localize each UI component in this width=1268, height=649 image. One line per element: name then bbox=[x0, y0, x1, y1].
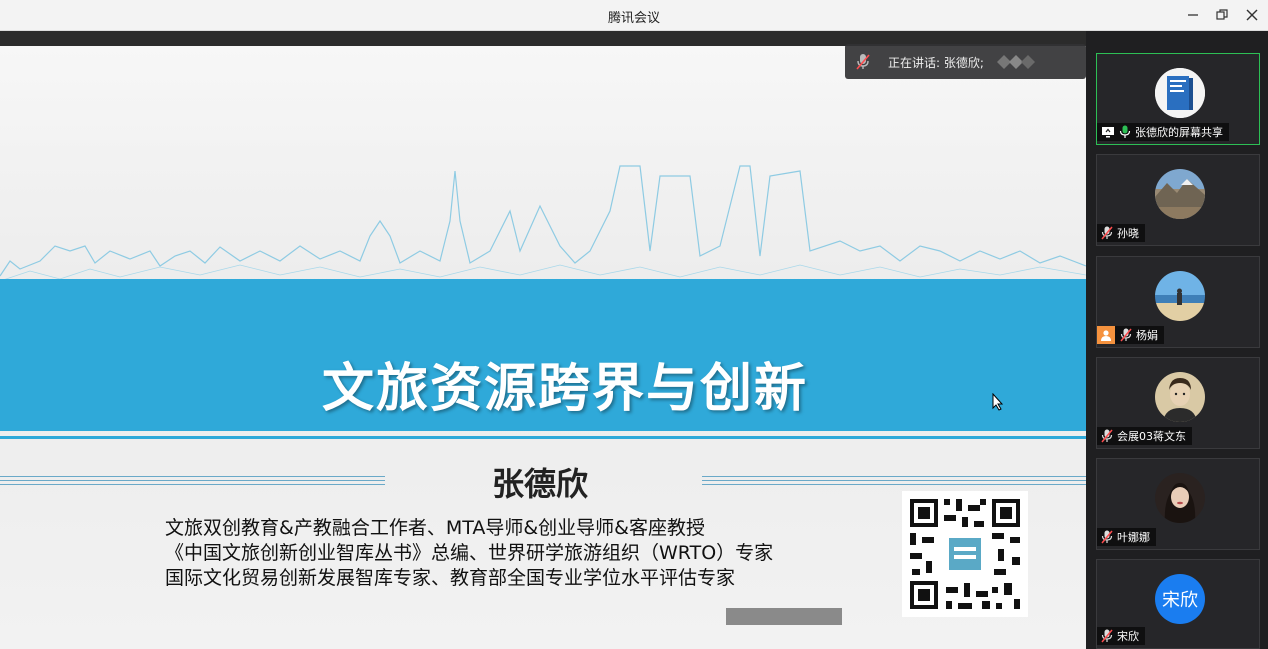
speaking-label: 正在讲话: 张德欣; bbox=[888, 56, 984, 70]
city-skyline-graphic bbox=[0, 165, 1086, 282]
letter-avatar: 宋欣 bbox=[1155, 574, 1205, 624]
qr-code-image bbox=[902, 491, 1028, 617]
close-icon bbox=[1246, 9, 1258, 21]
slide-title: 文旅资源跨界与创新 bbox=[321, 359, 808, 419]
decorative-lines-right bbox=[702, 476, 1086, 488]
participant-name-tag: 孙晓 bbox=[1097, 224, 1145, 242]
decorative-lines-left bbox=[0, 476, 385, 488]
screen-share-icon bbox=[1101, 126, 1115, 138]
participant-name: 孙晓 bbox=[1117, 227, 1139, 240]
participant-name-tag: 杨娟 bbox=[1097, 326, 1164, 344]
participant-name: 杨娟 bbox=[1136, 329, 1158, 342]
presenter-name: 张德欣 bbox=[491, 465, 588, 503]
participant-name: 张德欣的屏幕共享 bbox=[1135, 126, 1223, 139]
band-divider bbox=[0, 436, 1086, 439]
shared-screen[interactable]: 文旅资源跨界与创新 张德欣 文旅双创教育&产教融合工作者、MTA导师&创业导师&… bbox=[0, 31, 1086, 649]
mic-muted-icon bbox=[1120, 328, 1132, 342]
participant-name-tag: 宋欣 bbox=[1097, 627, 1145, 645]
mouse-cursor-icon bbox=[992, 393, 1004, 411]
close-button[interactable] bbox=[1241, 5, 1263, 25]
participant-gallery: 张德欣的屏幕共享 孙晓 杨娟 会展03蒋文东 叶娜娜 宋欣 宋欣 bbox=[1086, 31, 1268, 649]
bio-line: 国际文化贸易创新发展智库专家、教育部全国专业学位水平评估专家 bbox=[165, 567, 736, 589]
participant-tile[interactable]: 张德欣的屏幕共享 bbox=[1096, 53, 1260, 145]
window-title: 腾讯会议 bbox=[607, 11, 660, 26]
participant-name: 会展03蒋文东 bbox=[1117, 430, 1186, 443]
portrait-avatar bbox=[1155, 372, 1205, 422]
presenter-bio: 文旅双创教育&产教融合工作者、MTA导师&创业导师&客座教授 《中国文旅创新创业… bbox=[165, 516, 773, 591]
participant-tile[interactable]: 宋欣 宋欣 bbox=[1096, 559, 1260, 649]
bio-line: 《中国文旅创新创业智库丛书》总编、世界研学旅游组织（WRTO）专家 bbox=[165, 542, 774, 564]
woman-avatar bbox=[1155, 473, 1205, 523]
participant-tile[interactable]: 杨娟 bbox=[1096, 256, 1260, 348]
title-bar: 腾讯会议 bbox=[0, 0, 1268, 31]
person-icon bbox=[1097, 326, 1115, 344]
speaking-indicator: 正在讲话: 张德欣; bbox=[845, 44, 1086, 79]
participant-tile[interactable]: 叶娜娜 bbox=[1096, 458, 1260, 550]
mountain-avatar bbox=[1155, 169, 1205, 219]
beach-avatar bbox=[1155, 271, 1205, 321]
mic-muted-icon bbox=[1101, 429, 1113, 443]
participant-name-tag: 会展03蒋文东 bbox=[1097, 427, 1192, 445]
speaker-avatar-blur-icon bbox=[997, 55, 1035, 69]
mic-on-icon bbox=[1119, 125, 1131, 139]
slide-footer-bar bbox=[726, 608, 842, 625]
participant-name: 宋欣 bbox=[1117, 630, 1139, 643]
minimize-button[interactable] bbox=[1182, 5, 1204, 25]
mic-muted-icon bbox=[1101, 530, 1113, 544]
book-cover-avatar bbox=[1155, 68, 1205, 118]
mic-muted-icon bbox=[856, 54, 870, 70]
mic-muted-icon bbox=[1101, 629, 1113, 643]
mic-muted-icon bbox=[1101, 226, 1113, 240]
participant-tile[interactable]: 会展03蒋文东 bbox=[1096, 357, 1260, 449]
minimize-icon bbox=[1188, 14, 1198, 16]
presentation-slide: 文旅资源跨界与创新 张德欣 文旅双创教育&产教融合工作者、MTA导师&创业导师&… bbox=[0, 46, 1086, 649]
participant-name-tag: 张德欣的屏幕共享 bbox=[1097, 123, 1229, 141]
participant-name: 叶娜娜 bbox=[1117, 531, 1150, 544]
restore-button[interactable] bbox=[1211, 5, 1233, 25]
participant-tile[interactable]: 孙晓 bbox=[1096, 154, 1260, 246]
bio-line: 文旅双创教育&产教融合工作者、MTA导师&创业导师&客座教授 bbox=[165, 517, 705, 539]
restore-icon bbox=[1216, 9, 1228, 20]
participant-name-tag: 叶娜娜 bbox=[1097, 528, 1156, 546]
